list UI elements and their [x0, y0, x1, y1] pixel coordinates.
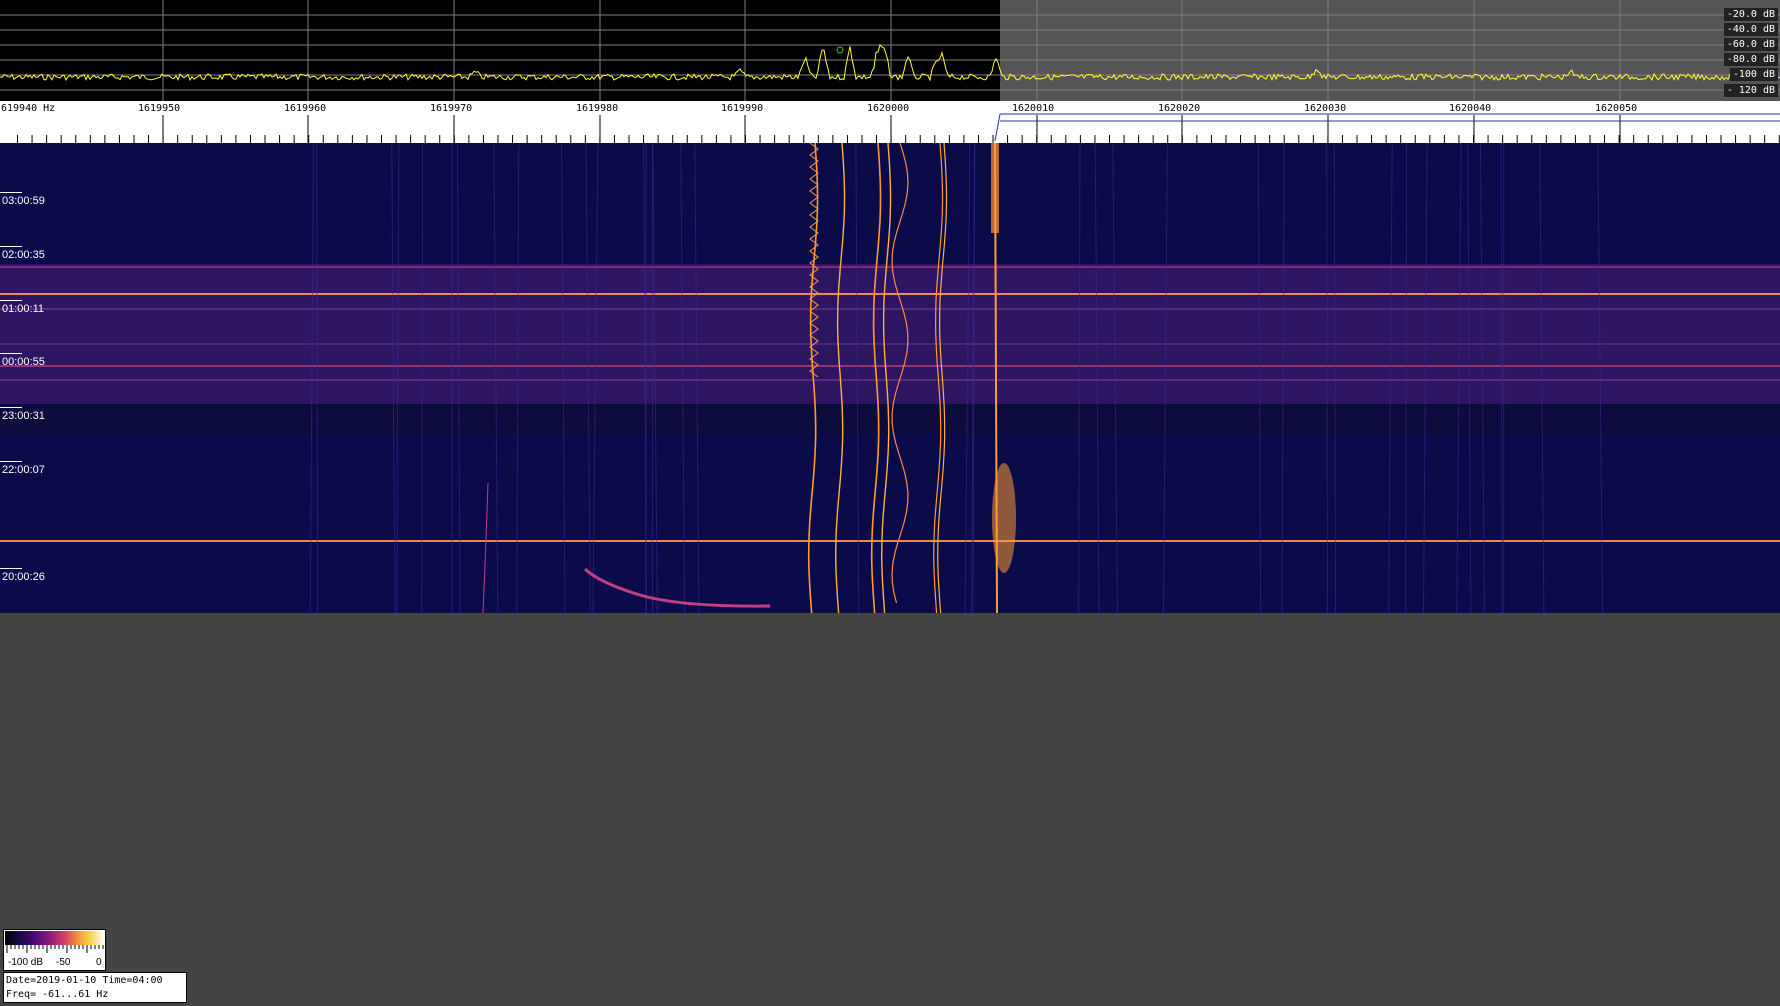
time-label: 20:00:26	[2, 571, 45, 583]
spectrum-plot	[0, 0, 1780, 101]
info-date-time: Date=2019-01-10 Time=04:00	[6, 975, 163, 986]
time-label: 00:00:55	[2, 356, 45, 368]
time-label: 22:00:07	[2, 464, 45, 476]
waterfall-image	[0, 143, 1780, 613]
frequency-axis[interactable]: 619940 Hz 1619950 1619960 1619970 161998…	[0, 101, 1780, 143]
info-freq-range: Freq= -61...61 Hz	[6, 989, 109, 1000]
info-box: Date=2019-01-10 Time=04:00 Freq= -61...6…	[3, 972, 187, 1003]
db-label-4: -80.0 dB	[1723, 53, 1778, 66]
time-tick	[0, 353, 22, 354]
db-label-6: - 120 dB	[1723, 84, 1778, 97]
time-label: 02:00:35	[2, 249, 45, 261]
spectrum-panel[interactable]: -20.0 dB -40.0 dB -60.0 dB -80.0 dB -100…	[0, 0, 1780, 101]
time-label: 23:00:31	[2, 410, 45, 422]
colorbar-label-max: 0	[96, 957, 102, 968]
time-tick	[0, 407, 22, 408]
colorbar-label-min: -100 dB	[8, 957, 44, 968]
waterfall-display[interactable]: 03:00:59 02:00:35 01:00:11 00:00:55 23:0…	[0, 143, 1780, 613]
time-tick	[0, 568, 22, 569]
color-scale-legend: -100 dB -50 0	[3, 929, 106, 971]
frequency-ticks	[17, 113, 1780, 143]
color-scale-ticks	[6, 945, 104, 953]
db-label-5: -100 dB	[1729, 68, 1778, 81]
db-label-2: -40.0 dB	[1723, 23, 1778, 36]
time-tick	[0, 192, 22, 193]
time-label: 01:00:11	[2, 303, 45, 315]
time-label: 03:00:59	[2, 195, 45, 207]
time-tick	[0, 461, 22, 462]
time-tick	[0, 246, 22, 247]
db-label-3: -60.0 dB	[1723, 38, 1778, 51]
time-tick	[0, 300, 22, 301]
colorbar-label-mid: -50	[56, 957, 71, 968]
db-label-1: -20.0 dB	[1723, 8, 1778, 21]
color-gradient	[5, 931, 104, 945]
